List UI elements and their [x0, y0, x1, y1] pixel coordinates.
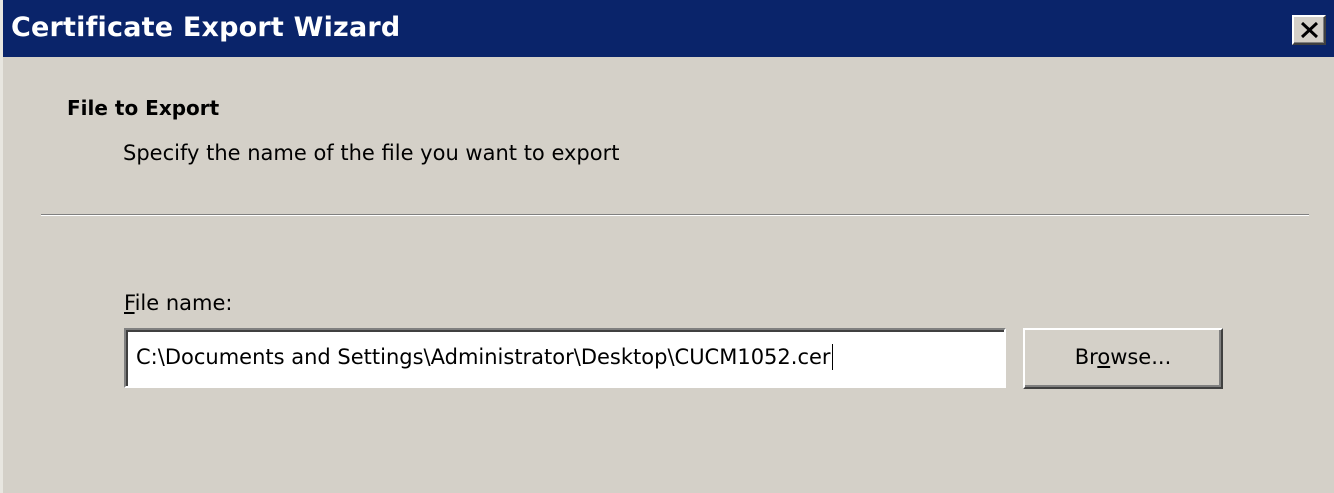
browse-label-mnemonic: o [1097, 345, 1111, 369]
header-separator [41, 214, 1309, 216]
browse-label-prefix: Br [1074, 345, 1098, 369]
browse-label-rest: wse... [1110, 345, 1172, 369]
text-caret [831, 343, 833, 370]
title-bar[interactable]: Certificate Export Wizard [3, 0, 1334, 57]
page-subheading: Specify the name of the file you want to… [123, 141, 620, 165]
file-name-label-mnemonic: F [124, 291, 135, 315]
file-name-value: C:\Documents and Settings\Administrator\… [136, 345, 831, 369]
close-icon [1301, 22, 1318, 38]
file-name-label: File name: [124, 289, 232, 317]
close-button[interactable] [1292, 15, 1326, 45]
page-heading: File to Export [67, 96, 220, 120]
file-name-input[interactable]: C:\Documents and Settings\Administrator\… [124, 328, 1006, 388]
certificate-export-wizard-window: Certificate Export Wizard File to Export… [0, 0, 1334, 493]
window-title: Certificate Export Wizard [11, 12, 401, 43]
file-name-label-text: ile name: [134, 291, 233, 315]
browse-button[interactable]: Browse... [1023, 328, 1223, 389]
